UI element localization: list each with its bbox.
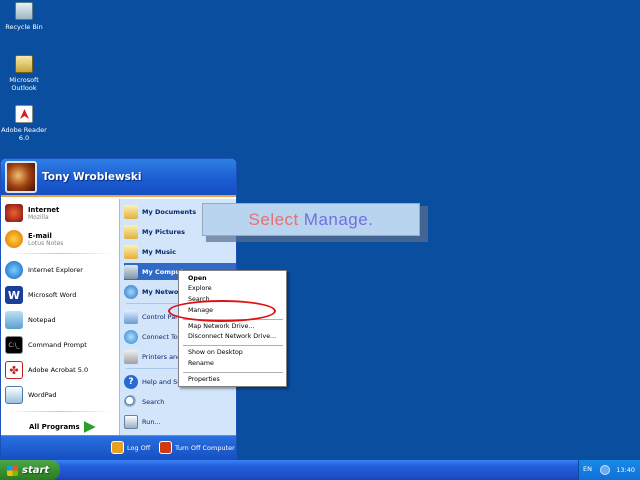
network-places-icon bbox=[124, 284, 138, 299]
recent-command-prompt[interactable]: C:\_ Command Prompt bbox=[5, 334, 117, 356]
turn-off-label: Turn Off Computer bbox=[175, 443, 235, 452]
pinned-internet[interactable]: Internet Mozilla bbox=[5, 202, 117, 224]
tool-label: Search bbox=[142, 397, 165, 406]
my-pictures-icon bbox=[124, 224, 138, 239]
log-off-label: Log Off bbox=[127, 443, 151, 452]
desktop-icon-label: Microsoft Outlook bbox=[9, 76, 39, 92]
control-panel-icon bbox=[124, 309, 138, 324]
recent-adobe-acrobat[interactable]: ✤ Adobe Acrobat 5.0 bbox=[5, 359, 117, 381]
recycle-bin-icon bbox=[15, 2, 33, 20]
adobe-reader-icon bbox=[15, 105, 33, 123]
search-icon bbox=[124, 394, 138, 409]
desktop-icon-adobe-reader[interactable]: Adobe Reader 6.0 bbox=[0, 105, 48, 142]
mozilla-icon bbox=[5, 204, 23, 222]
separator bbox=[183, 345, 283, 346]
ctx-rename[interactable]: Rename bbox=[188, 359, 214, 369]
windows-flag-icon bbox=[7, 464, 18, 476]
user-avatar[interactable] bbox=[5, 161, 37, 193]
desktop-icon-label: Adobe Reader 6.0 bbox=[1, 126, 47, 142]
ctx-map-network-drive[interactable]: Map Network Drive... bbox=[188, 322, 254, 332]
recent-label: Microsoft Word bbox=[28, 291, 77, 299]
recent-wordpad[interactable]: WordPad bbox=[5, 384, 117, 406]
recent-label: Command Prompt bbox=[28, 341, 87, 349]
place-label: My Documents bbox=[142, 207, 197, 216]
start-menu-programs: Internet Mozilla E-mail Lotus Notes Intern… bbox=[1, 199, 119, 437]
pinned-subtitle: Lotus Notes bbox=[28, 239, 64, 247]
instruction-callout: Select Manage. bbox=[202, 203, 420, 236]
my-documents-icon bbox=[124, 204, 138, 219]
recent-label: Notepad bbox=[28, 316, 56, 324]
tool-run[interactable]: Run... bbox=[124, 413, 236, 430]
start-button[interactable]: start bbox=[0, 460, 60, 480]
green-arrow-icon bbox=[83, 421, 96, 433]
tray-chevron-icon[interactable] bbox=[600, 465, 611, 475]
connect-to-icon bbox=[124, 329, 138, 344]
wordpad-icon bbox=[5, 386, 23, 404]
desktop-icon-recycle-bin[interactable]: Recycle Bin bbox=[0, 2, 48, 31]
tool-search[interactable]: Search bbox=[124, 393, 236, 410]
place-label: My Music bbox=[142, 247, 177, 256]
desktop-icon-label: Recycle Bin bbox=[5, 23, 43, 31]
word-icon: W bbox=[5, 286, 23, 304]
acrobat-icon: ✤ bbox=[5, 361, 23, 379]
language-indicator[interactable]: EN bbox=[583, 465, 592, 473]
ctx-disconnect-network-drive[interactable]: Disconnect Network Drive... bbox=[188, 332, 276, 342]
place-label: My Pictures bbox=[142, 227, 186, 236]
pinned-title: Internet bbox=[28, 205, 60, 214]
recent-label: Internet Explorer bbox=[28, 266, 83, 274]
pinned-title: E-mail bbox=[28, 231, 52, 240]
my-computer-icon bbox=[124, 264, 138, 279]
recent-label: WordPad bbox=[28, 391, 57, 399]
recent-internet-explorer[interactable]: Internet Explorer bbox=[5, 259, 117, 281]
internet-explorer-icon bbox=[5, 261, 23, 279]
place-my-music[interactable]: My Music bbox=[124, 243, 236, 260]
recent-notepad[interactable]: Notepad bbox=[5, 309, 117, 331]
recent-microsoft-word[interactable]: W Microsoft Word bbox=[5, 284, 117, 306]
help-icon: ? bbox=[124, 374, 138, 389]
system-label: Connect To bbox=[142, 332, 178, 341]
separator bbox=[7, 411, 113, 412]
run-icon bbox=[124, 414, 138, 429]
taskbar: start 13:40 bbox=[0, 460, 640, 480]
printers-icon bbox=[124, 349, 138, 364]
separator bbox=[183, 372, 283, 373]
separator bbox=[7, 253, 113, 254]
desktop-icon-outlook[interactable]: Microsoft Outlook bbox=[0, 55, 48, 92]
pinned-email[interactable]: E-mail Lotus Notes bbox=[5, 228, 117, 250]
ctx-explore[interactable]: Explore bbox=[188, 284, 212, 294]
all-programs-button[interactable]: All Programs bbox=[29, 421, 96, 433]
notepad-icon bbox=[5, 311, 23, 329]
start-label: start bbox=[22, 464, 50, 476]
turn-off-button[interactable]: Turn Off Computer bbox=[159, 441, 235, 454]
my-music-icon bbox=[124, 244, 138, 259]
key-icon bbox=[111, 441, 124, 454]
ctx-open[interactable]: Open bbox=[188, 274, 207, 284]
outlook-icon bbox=[15, 55, 33, 73]
callout-word-2: Manage. bbox=[303, 209, 374, 229]
start-menu-header: Tony Wroblewski bbox=[1, 159, 236, 197]
all-programs-label: All Programs bbox=[29, 423, 80, 431]
ctx-show-on-desktop[interactable]: Show on Desktop bbox=[188, 348, 243, 358]
log-off-button[interactable]: Log Off bbox=[111, 441, 150, 454]
command-prompt-icon: C:\_ bbox=[5, 336, 23, 354]
ctx-properties[interactable]: Properties bbox=[188, 375, 220, 385]
power-icon bbox=[159, 441, 172, 454]
pinned-subtitle: Mozilla bbox=[28, 213, 49, 221]
recent-label: Adobe Acrobat 5.0 bbox=[28, 366, 89, 374]
context-menu: Open Explore Search... Manage Map Networ… bbox=[178, 270, 287, 387]
callout-word-1: Select bbox=[248, 209, 299, 229]
start-menu-footer: Log Off Turn Off Computer bbox=[1, 435, 236, 459]
clock[interactable]: 13:40 bbox=[616, 466, 635, 474]
tool-label: Run... bbox=[142, 417, 161, 426]
user-name: Tony Wroblewski bbox=[42, 171, 142, 183]
lotus-notes-icon bbox=[5, 230, 23, 248]
annotation-circle bbox=[168, 300, 276, 322]
